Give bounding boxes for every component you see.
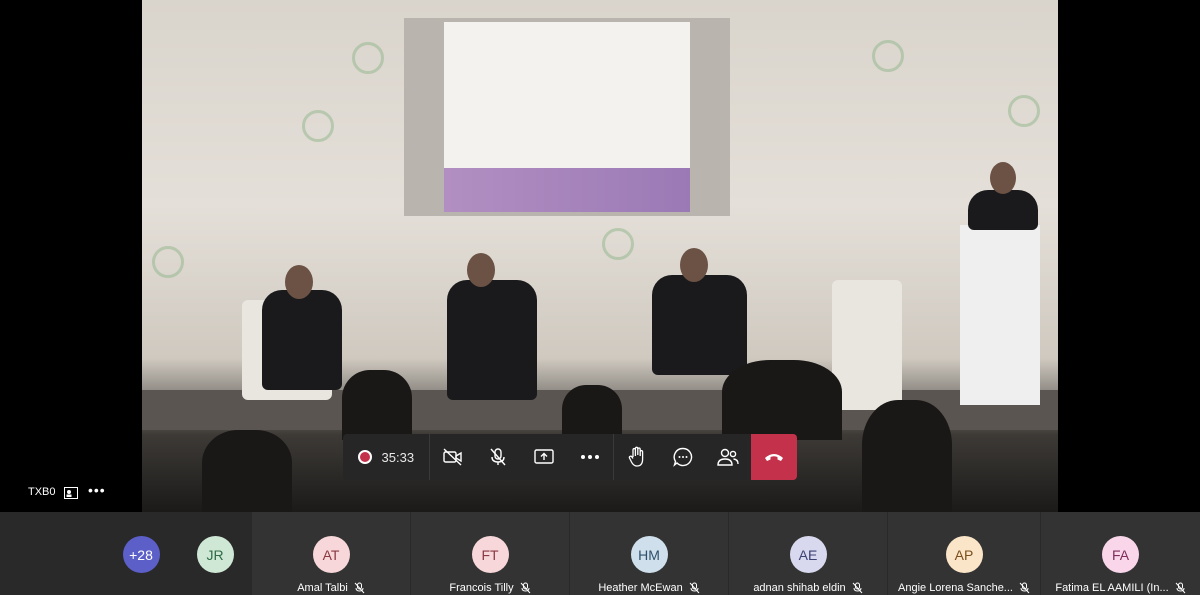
meeting-toolbar: 35:33 — [343, 434, 797, 480]
mic-off-icon — [1019, 582, 1030, 594]
participant-name: Amal Talbi — [297, 582, 348, 594]
participant-name: Francois Tilly — [449, 582, 514, 594]
chat-icon — [672, 447, 692, 467]
participant-name-row: Angie Lorena Sanche... — [898, 582, 1030, 594]
video-stage: TXB0 ••• 35:33 — [0, 0, 1200, 512]
participant-tile[interactable]: AE adnan shihab eldin — [729, 512, 887, 595]
meeting-timer: 35:33 — [381, 449, 415, 465]
camera-toggle-button[interactable] — [430, 434, 476, 480]
self-view-label: TXB0 — [28, 486, 56, 498]
mic-off-icon — [1175, 582, 1186, 594]
participant-name: Heather McEwan — [598, 582, 683, 594]
participant-name-row: adnan shihab eldin — [753, 582, 863, 594]
ellipsis-icon — [580, 455, 599, 459]
background-logo — [352, 42, 384, 74]
participant-tile[interactable]: AP Angie Lorena Sanche... — [888, 512, 1040, 595]
audience-head — [342, 370, 412, 440]
panelist-figure — [447, 280, 537, 400]
overflow-participants[interactable]: +28 — [118, 512, 164, 595]
share-screen-icon — [534, 449, 554, 464]
camera-off-icon — [442, 448, 462, 466]
chair — [832, 280, 902, 410]
speaker-figure — [968, 190, 1038, 230]
recording-dot-icon — [357, 450, 372, 464]
hang-up-icon — [765, 454, 784, 461]
participant-avatar: FA — [1102, 536, 1139, 573]
participant-avatar: FT — [471, 536, 509, 573]
mic-off-icon — [490, 448, 506, 466]
participant-avatar: JR — [196, 536, 234, 573]
panelist-head — [285, 265, 313, 299]
people-icon — [717, 448, 739, 466]
share-screen-button[interactable] — [521, 434, 567, 480]
participant-name: Angie Lorena Sanche... — [898, 582, 1013, 594]
participant-avatar: AP — [945, 536, 983, 573]
slide-footer-band — [444, 168, 690, 212]
participant-name-row: Heather McEwan — [598, 582, 700, 594]
background-logo — [152, 246, 184, 278]
participant-avatar: AE — [789, 536, 827, 573]
mic-toggle-button[interactable] — [475, 434, 521, 480]
participant-tile[interactable]: JR — [190, 512, 240, 595]
presentation-slide — [444, 22, 690, 168]
background-logo — [602, 228, 634, 260]
mic-off-icon — [354, 582, 365, 594]
participant-name-row: Amal Talbi — [297, 582, 365, 594]
participants-button[interactable] — [705, 434, 751, 480]
more-actions-button[interactable] — [567, 434, 613, 480]
participant-name-row: Francois Tilly — [449, 582, 530, 594]
overflow-count-badge: +28 — [122, 536, 160, 573]
audience-head — [862, 400, 952, 512]
mic-off-icon — [852, 582, 863, 594]
background-logo — [302, 110, 334, 142]
panelist-head — [467, 253, 495, 287]
participant-tile[interactable]: HM Heather McEwan — [570, 512, 728, 595]
participant-tile[interactable]: FT Francois Tilly — [411, 512, 569, 595]
participant-name-row: Fatima EL AAMILI (In... — [1055, 582, 1186, 594]
contact-card-icon[interactable] — [64, 487, 78, 499]
audience-head — [202, 430, 292, 512]
podium — [960, 225, 1040, 405]
speaker-head — [990, 162, 1016, 194]
participant-avatar: AT — [312, 536, 350, 573]
participant-avatar: HM — [630, 536, 668, 573]
panelist-figure — [262, 290, 342, 390]
raise-hand-button[interactable] — [614, 434, 660, 480]
raise-hand-icon — [628, 446, 643, 467]
participant-tile[interactable]: AT Amal Talbi — [252, 512, 410, 595]
mic-off-icon — [520, 582, 530, 594]
participant-tile[interactable]: FA Fatima EL AAMILI (In... — [1041, 512, 1200, 595]
more-options-icon[interactable]: ••• — [88, 482, 106, 498]
participant-name: Fatima EL AAMILI (In... — [1055, 582, 1169, 594]
background-logo — [1008, 95, 1040, 127]
leave-call-button[interactable] — [751, 434, 797, 480]
participant-strip: +28 JR AT Amal Talbi FT Francois Tilly H… — [0, 512, 1200, 595]
background-logo — [872, 40, 904, 72]
panelist-head — [680, 248, 708, 282]
participant-name: adnan shihab eldin — [753, 582, 846, 594]
chat-button[interactable] — [660, 434, 706, 480]
panelist-figure — [652, 275, 747, 375]
recording-indicator: 35:33 — [343, 434, 429, 480]
mic-off-icon — [689, 582, 700, 594]
audience-head — [722, 360, 842, 440]
